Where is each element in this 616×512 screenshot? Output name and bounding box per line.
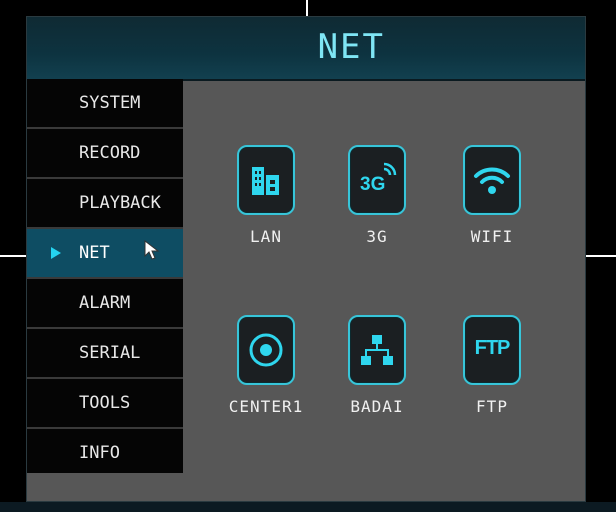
3g-option[interactable]: 3G 3G: [322, 145, 432, 246]
sidebar-item-info[interactable]: INFO: [27, 429, 183, 477]
sidebar-item-label: SYSTEM: [79, 93, 141, 113]
sidebar-item-alarm[interactable]: ALARM: [27, 279, 183, 329]
sidebar: SYSTEM RECORD PLAYBACK NET ALARM SERIAL …: [27, 79, 183, 473]
lan-option[interactable]: LAN: [211, 145, 321, 246]
network-tree-icon: [361, 335, 393, 365]
wifi-option[interactable]: WIFI: [437, 145, 547, 246]
3g-icon: 3G: [360, 162, 397, 195]
sidebar-item-label: ALARM: [79, 293, 131, 313]
sidebar-item-label: RECORD: [79, 143, 141, 163]
sidebar-item-net[interactable]: NET: [27, 229, 183, 279]
sidebar-item-label: TOOLS: [79, 393, 131, 413]
3g-label: 3G: [366, 227, 388, 246]
crosshair-left-line: [0, 255, 26, 257]
selected-arrow-icon: [51, 247, 61, 259]
ftp-option[interactable]: FTP FTP: [437, 315, 547, 416]
sidebar-item-record[interactable]: RECORD: [27, 129, 183, 179]
badai-label: BADAI: [350, 397, 404, 416]
sidebar-item-label: NET: [79, 243, 110, 263]
sidebar-item-serial[interactable]: SERIAL: [27, 329, 183, 379]
3g-tile[interactable]: 3G: [348, 145, 406, 215]
sidebar-item-system[interactable]: SYSTEM: [27, 79, 183, 129]
3g-icon-text: 3G: [360, 174, 385, 195]
badai-option[interactable]: BADAI: [322, 315, 432, 416]
crosshair-right-line: [586, 255, 616, 257]
wifi-icon: [474, 167, 510, 194]
sidebar-item-tools[interactable]: TOOLS: [27, 379, 183, 429]
badai-tile[interactable]: [348, 315, 406, 385]
sidebar-item-label: SERIAL: [79, 343, 141, 363]
center1-tile[interactable]: [237, 315, 295, 385]
lan-tile[interactable]: [237, 145, 295, 215]
lan-label: LAN: [250, 227, 282, 246]
wifi-tile[interactable]: [463, 145, 521, 215]
sidebar-item-label: PLAYBACK: [79, 193, 161, 213]
lan-icon: [252, 167, 279, 195]
wifi-label: WIFI: [470, 227, 514, 246]
page-title: NET: [317, 27, 385, 67]
sidebar-item-playback[interactable]: PLAYBACK: [27, 179, 183, 229]
bottom-strip: [0, 502, 616, 512]
ftp-tile[interactable]: FTP: [463, 315, 521, 385]
center1-label: CENTER1: [228, 397, 304, 416]
sidebar-item-label: INFO: [79, 443, 120, 463]
net-menu-window: NET SYSTEM RECORD PLAYBACK NET ALARM SER…: [26, 16, 586, 502]
title-bar: NET: [27, 17, 585, 81]
crosshair-top-line: [306, 0, 308, 16]
center-icon: [249, 333, 283, 367]
mouse-pointer-icon: [144, 239, 160, 260]
center1-option[interactable]: CENTER1: [211, 315, 321, 416]
ftp-label: FTP: [476, 397, 508, 416]
ftp-icon: FTP: [474, 337, 511, 359]
